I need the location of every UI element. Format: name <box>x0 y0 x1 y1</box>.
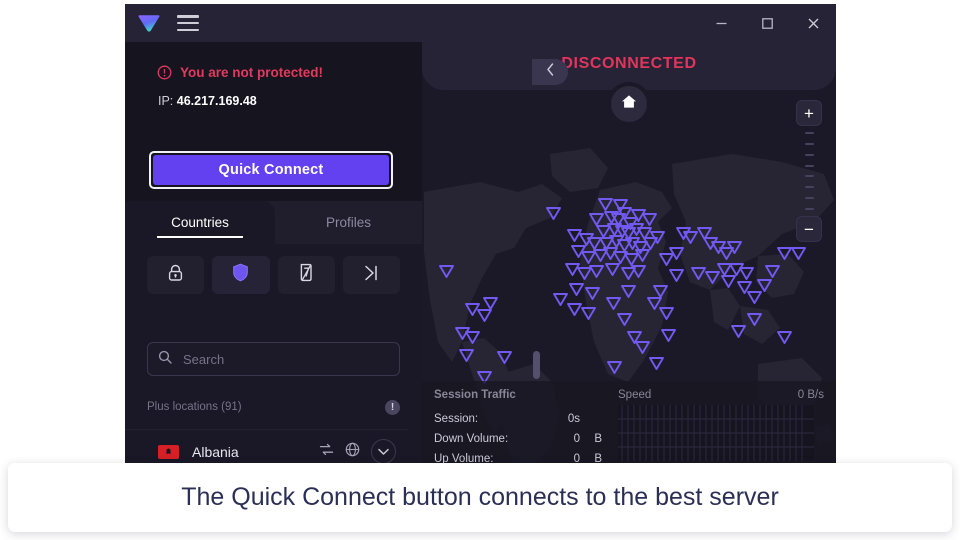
speed-graph <box>618 405 814 461</box>
map-zoom-controls: + − <box>796 100 822 242</box>
caption-text: The Quick Connect button connects to the… <box>181 483 779 511</box>
search-input[interactable] <box>181 350 389 368</box>
filter-p2p-button[interactable] <box>342 256 400 294</box>
speed-value: 0 B/s <box>797 389 824 401</box>
connection-status-block: You are not protected! IP: 46.217.169.48… <box>125 42 422 201</box>
quick-connect-focus-ring: Quick Connect <box>149 151 393 189</box>
tor-card-icon <box>298 263 315 287</box>
window-controls <box>698 4 836 42</box>
proton-vpn-logo-icon <box>138 13 160 33</box>
globe-icon[interactable] <box>345 442 360 462</box>
sidebar-tabs: Countries Profiles <box>125 201 422 244</box>
list-item: Session: 0s <box>434 409 602 429</box>
window-titlebar <box>125 4 836 42</box>
albania-flag-icon <box>158 444 179 459</box>
tab-countries-label: Countries <box>171 215 229 230</box>
zoom-slider-track[interactable] <box>796 126 822 216</box>
close-button[interactable] <box>790 4 836 42</box>
country-list: Albania <box>125 429 408 465</box>
minimize-button[interactable] <box>698 4 744 42</box>
not-protected-text: You are not protected! <box>180 65 324 80</box>
plus-locations-row: Plus locations (91) ! <box>147 394 400 420</box>
caption-card: The Quick Connect button connects to the… <box>8 463 952 532</box>
maximize-button[interactable] <box>744 4 790 42</box>
ip-address-line: IP: 46.217.169.48 <box>158 94 257 108</box>
filter-netshield-button[interactable] <box>212 256 270 294</box>
plus-locations-label: Plus locations (91) <box>147 401 242 413</box>
session-label: Session: <box>434 413 479 425</box>
scrollbar-thumb[interactable] <box>533 351 540 379</box>
speed-label: Speed <box>618 389 652 401</box>
filter-secure-core-button[interactable] <box>147 256 205 294</box>
smart-routing-icon[interactable] <box>319 443 334 461</box>
p2p-fastest-arrow-icon <box>362 264 380 287</box>
netshield-shield-icon <box>232 263 249 287</box>
filter-icon-row <box>147 256 400 294</box>
status-badge: You are not protected! <box>157 65 323 80</box>
zoom-in-button[interactable]: + <box>796 100 822 126</box>
connection-status-text: DISCONNECTED <box>561 55 697 72</box>
tab-profiles[interactable]: Profiles <box>275 201 422 244</box>
quick-connect-button[interactable]: Quick Connect <box>153 155 389 185</box>
tab-countries[interactable]: Countries <box>125 201 275 244</box>
exclamation-circle-icon <box>157 65 172 80</box>
screenshot-stage: You are not protected! IP: 46.217.169.48… <box>0 0 960 540</box>
speed-header: Speed 0 B/s <box>618 389 824 401</box>
chevron-down-icon[interactable] <box>371 439 396 464</box>
secure-core-lock-icon <box>167 264 184 287</box>
protonvpn-app-window: You are not protected! IP: 46.217.169.48… <box>125 4 836 465</box>
session-value: 0s <box>567 413 580 425</box>
hamburger-menu-icon[interactable] <box>177 15 199 31</box>
sidebar: You are not protected! IP: 46.217.169.48… <box>125 42 422 465</box>
home-icon <box>621 94 637 114</box>
table-row[interactable]: Albania <box>125 429 408 465</box>
session-traffic-title: Session Traffic <box>434 389 516 401</box>
ip-value: 46.217.169.48 <box>176 94 257 108</box>
session-traffic-rows: Session: 0s Down Volume: 0 B Up Volume: … <box>434 409 602 465</box>
search-icon <box>158 350 172 369</box>
row-actions <box>319 439 396 464</box>
map-back-button[interactable] <box>532 59 568 85</box>
session-traffic-panel: Session Traffic Session: 0s Down Volume:… <box>422 381 836 465</box>
country-list-scrollbar[interactable] <box>533 351 540 465</box>
world-map-panel: DISCONNECTED + − Session Traffic Session… <box>422 42 836 465</box>
down-volume-label: Down Volume: <box>434 433 509 445</box>
country-name: Albania <box>192 443 239 460</box>
list-item: Down Volume: 0 B <box>434 429 602 449</box>
search-box[interactable] <box>147 342 400 376</box>
map-home-button[interactable] <box>611 86 647 122</box>
info-icon[interactable]: ! <box>385 399 400 415</box>
down-volume-unit: B <box>594 433 602 445</box>
down-volume-value: 0 <box>573 433 580 445</box>
tab-profiles-label: Profiles <box>325 215 371 230</box>
ip-label: IP: <box>158 94 174 108</box>
zoom-out-button[interactable]: − <box>796 216 822 242</box>
chevron-left-icon <box>546 63 555 81</box>
filter-tor-button[interactable] <box>277 256 335 294</box>
